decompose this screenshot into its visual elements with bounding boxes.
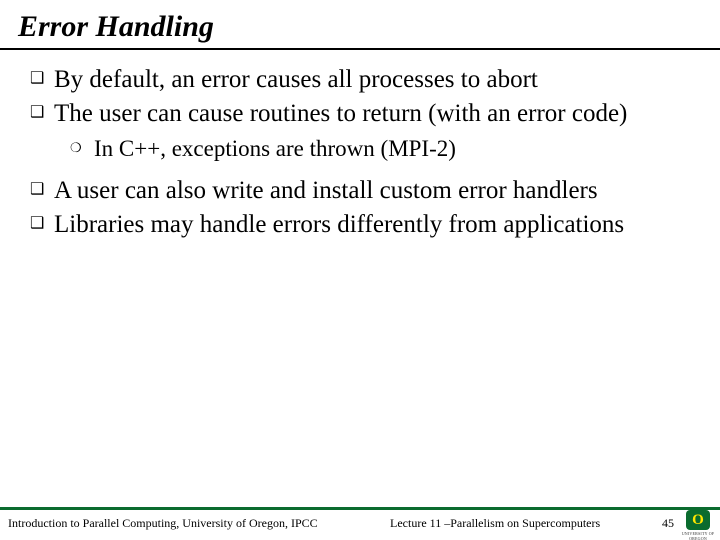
footer-left-text: Introduction to Parallel Computing, Univ… [8,516,318,531]
footer: Introduction to Parallel Computing, Univ… [0,507,720,540]
square-bullet-icon: ❑ [30,175,54,207]
square-bullet-icon: ❑ [30,98,54,130]
footer-center-text: Lecture 11 –Parallelism on Supercomputer… [390,516,600,531]
bullet-text: By default, an error causes all processe… [54,64,704,96]
bullet-item: ❑ Libraries may handle errors differentl… [30,209,704,241]
slide-title: Error Handling [0,0,720,48]
sub-bullet-item: ❍ In C++, exceptions are thrown (MPI-2) [70,134,704,163]
square-bullet-icon: ❑ [30,209,54,241]
circle-bullet-icon: ❍ [70,134,94,163]
university-logo: O UNIVERSITY OF OREGON [680,510,716,540]
bullet-item: ❑ A user can also write and install cust… [30,175,704,207]
slide: Error Handling ❑ By default, an error ca… [0,0,720,540]
bullet-item: ❑ The user can cause routines to return … [30,98,704,130]
logo-o-icon: O [686,510,710,530]
page-number: 45 [662,516,674,531]
bullet-item: ❑ By default, an error causes all proces… [30,64,704,96]
slide-content: ❑ By default, an error causes all proces… [0,50,720,241]
bullet-text: A user can also write and install custom… [54,175,704,207]
square-bullet-icon: ❑ [30,64,54,96]
logo-caption: UNIVERSITY OF OREGON [680,531,716,540]
bullet-text: Libraries may handle errors differently … [54,209,704,241]
bullet-text: The user can cause routines to return (w… [54,98,704,130]
sub-bullet-text: In C++, exceptions are thrown (MPI-2) [94,134,704,163]
footer-bar: Introduction to Parallel Computing, Univ… [0,510,720,540]
